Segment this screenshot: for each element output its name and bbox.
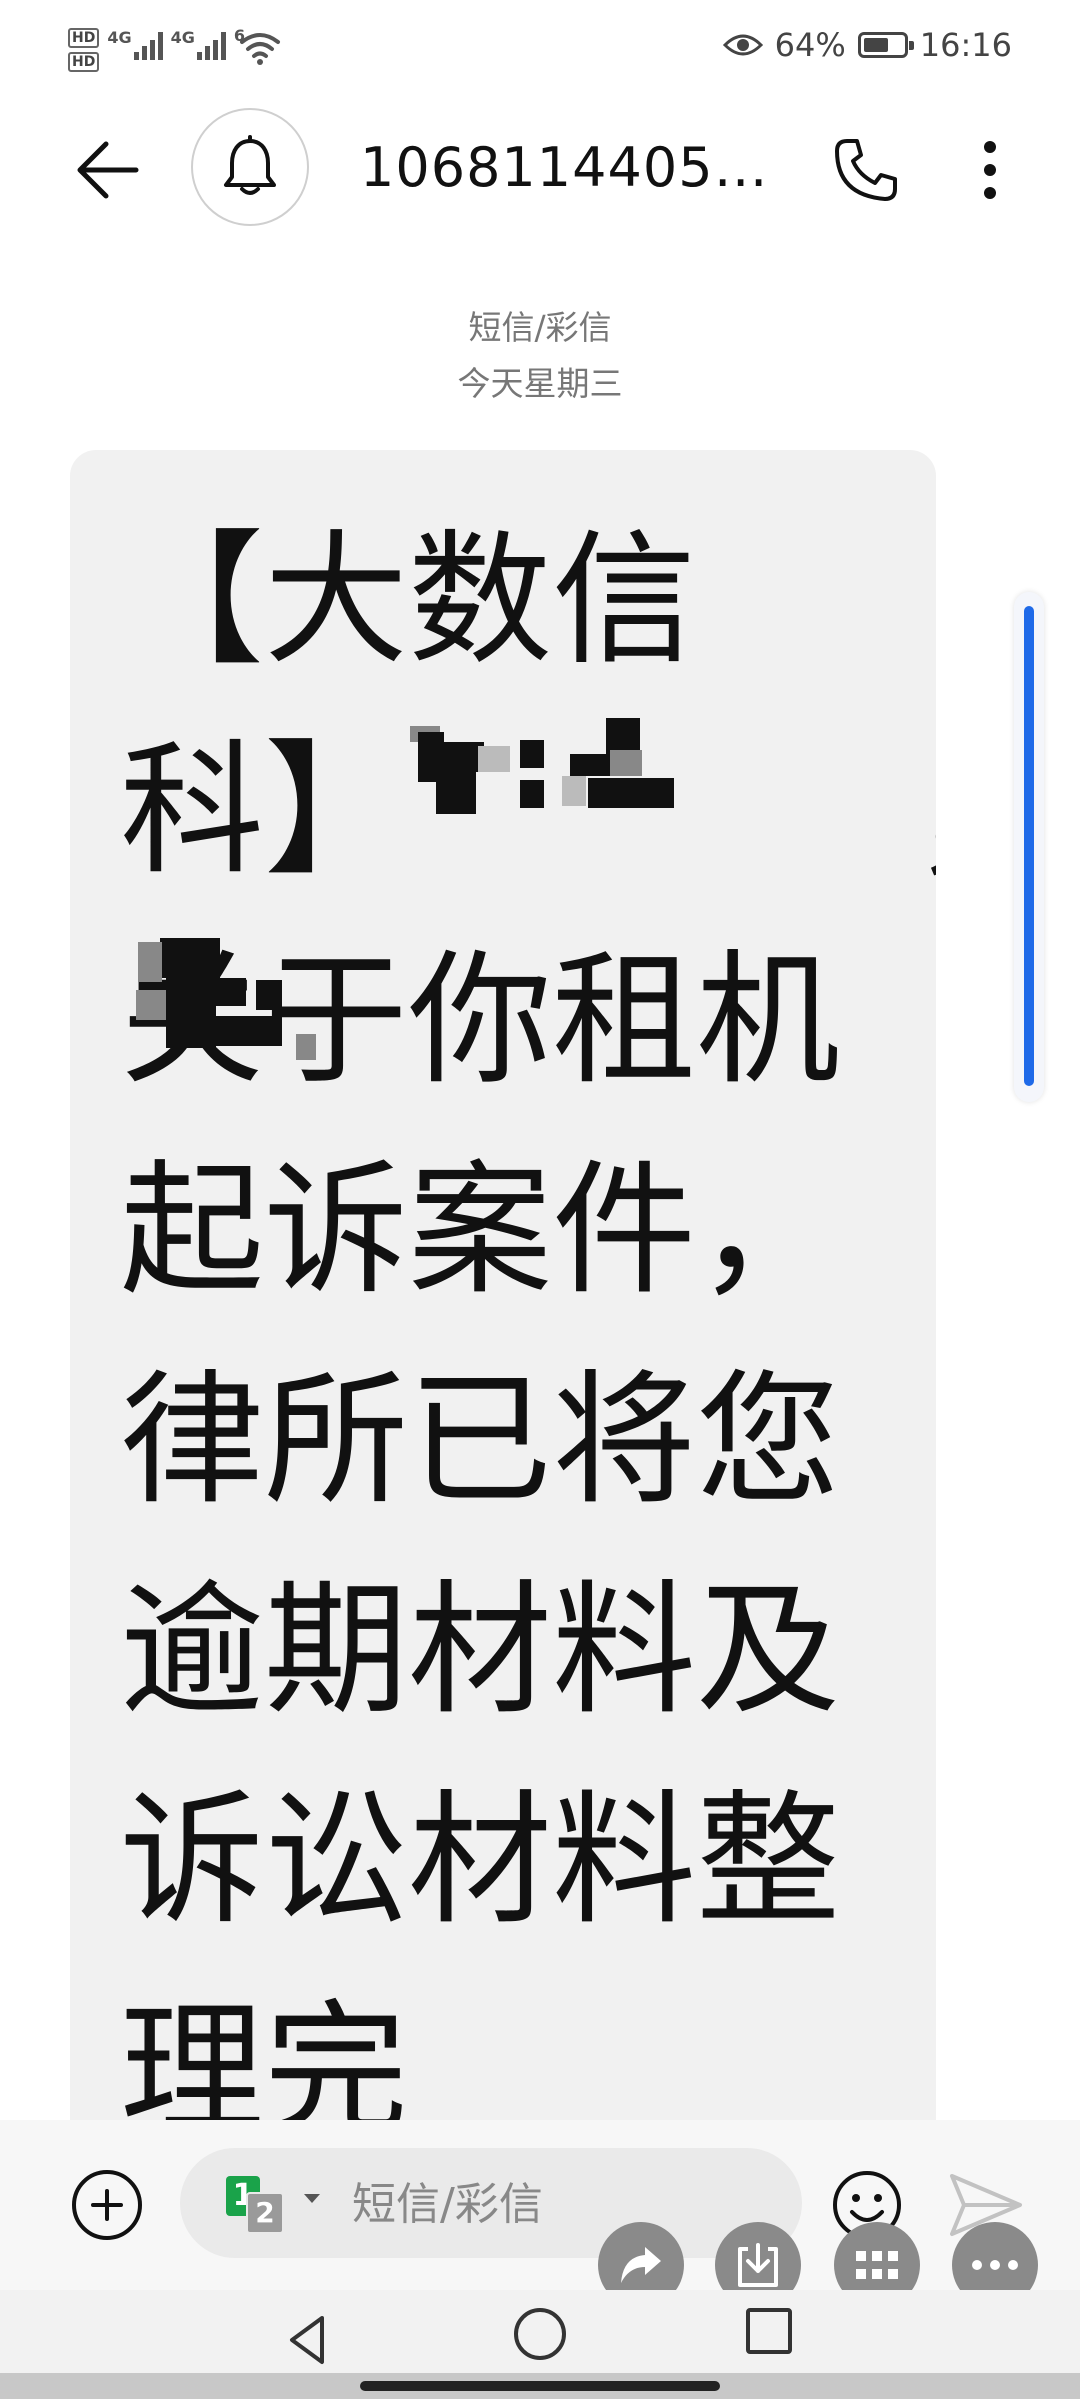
date-label: 今天星期三 [457,364,623,403]
wifi-icon: 6 [234,26,286,66]
battery-fill [863,38,888,52]
more-vertical-icon [984,141,996,199]
sim2-signal: 4G [171,26,226,60]
status-right: 64% 16:16 [722,26,1012,64]
scrollbar-thumb[interactable] [1024,606,1034,1086]
more-options-button[interactable] [960,132,1020,208]
message-text: 【大数信科】 ，关于你租机起诉案件，律所已将您逾期材料及诉讼材料整理完 [120,516,936,2154]
share-forward-icon [621,2247,661,2283]
hd-badge-2: HD [68,52,100,72]
nav-recents-button[interactable] [746,2308,792,2354]
hd-indicator: HD HD [68,28,100,72]
add-attachment-button[interactable] [72,2170,142,2240]
back-button[interactable] [60,128,156,212]
chevron-down-icon[interactable] [304,2194,320,2203]
screen: HD HD 4G 4G 6 64% 16:16 10681144050... 短… [0,0,1080,2399]
wifi-label: 6 [233,26,246,45]
triangle-back-icon [290,2316,324,2364]
signal-icon [196,26,226,60]
contact-avatar[interactable] [191,108,309,226]
sim-switch-icon[interactable]: 1 2 [226,2176,286,2234]
battery-percent: 64% [774,26,846,64]
sim1-signal: 4G [107,26,163,60]
eye-icon [722,34,763,56]
bell-icon [224,135,276,195]
more-horizontal-icon [972,2260,1018,2270]
conversation-meta: 短信/彩信 今天星期三 [0,300,1080,412]
sim2-network-label: 4G [170,28,195,47]
grid-icon [856,2251,898,2279]
nav-home-button[interactable] [514,2308,566,2360]
home-indicator [0,2373,1080,2399]
home-bar[interactable] [360,2381,720,2391]
conversation-header: 10681144050... [0,100,1080,240]
hd-badge-1: HD [68,28,100,48]
arrow-left-icon [77,141,139,199]
signal-icon [133,26,163,60]
message-input[interactable] [350,2170,774,2238]
battery-icon [857,32,914,58]
conversation-title[interactable]: 10681144050... [360,136,780,199]
sim-2-badge: 2 [246,2192,284,2234]
phone-icon [835,139,897,201]
message-bubble[interactable]: 【大数信科】 ，关于你租机起诉案件，律所已将您逾期材料及诉讼材料整理完 [70,450,936,2230]
message-input-container[interactable]: 1 2 [180,2148,802,2258]
status-left: HD HD 4G 4G 6 [68,26,286,72]
download-icon [738,2243,778,2287]
call-button[interactable] [828,132,904,208]
message-scrollbar[interactable] [1014,592,1044,1102]
channel-label: 短信/彩信 [468,308,612,347]
status-bar: HD HD 4G 4G 6 64% 16:16 [0,0,1080,100]
nav-back-button[interactable] [282,2310,342,2370]
plus-icon [91,2189,123,2221]
sim1-network-label: 4G [107,28,132,47]
clock: 16:16 [919,26,1012,64]
